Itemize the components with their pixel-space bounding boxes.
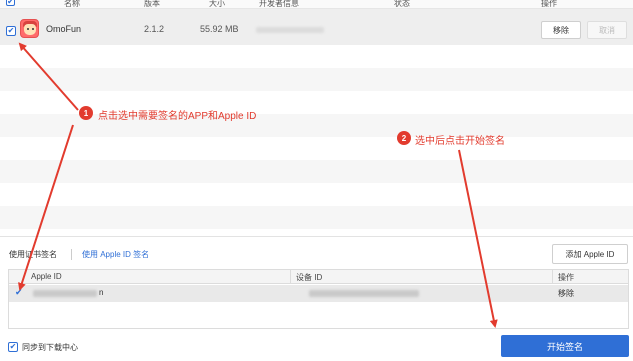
table-row [0,206,633,229]
add-apple-id-button[interactable]: 添加 Apple ID [552,244,628,264]
app-size: 55.92 MB [200,24,239,34]
col-actions: 操作 [541,0,557,8]
col-size: 大小 [209,0,225,8]
col-developer: 开发者信息 [259,0,299,8]
app-name: OmoFun [46,24,82,34]
table-row [0,114,633,137]
tab-apple-id-sign[interactable]: 使用 Apple ID 签名 [82,249,149,260]
col-name: 名称 [64,0,80,8]
column-divider [552,270,553,284]
sync-download-checkbox[interactable]: ✔ [8,342,18,352]
tab-certificate-sign[interactable]: 使用证书签名 [9,249,57,260]
remove-apple-id-button[interactable]: 移除 [558,288,574,299]
developer-info-blurred [256,27,324,33]
remove-app-button[interactable]: 移除 [541,21,581,39]
step2-annotation: 选中后点击开始签名 [415,136,505,147]
start-sign-button[interactable]: 开始签名 [501,335,629,357]
select-all-checkbox[interactable]: ✔ [6,0,15,6]
step2-badge: 2 [397,131,411,145]
col-version: 版本 [144,0,160,8]
col-device-id: 设备 ID [296,273,323,282]
col-apple-id: Apple ID [31,272,62,281]
col-status: 状态 [394,0,410,8]
app-row-checkbox[interactable]: ✔ [6,26,16,36]
apple-id-blurred [33,290,97,297]
tab-divider [71,249,72,260]
table-row [0,68,633,91]
step1-annotation: 点击选中需要签名的APP和Apple ID [98,111,257,122]
column-divider [290,270,291,284]
omofun-app-icon [20,19,39,38]
device-id-blurred [309,290,419,297]
step1-badge: 1 [79,106,93,120]
app-table-header: ✔ 名称 版本 大小 开发者信息 状态 操作 [0,0,633,9]
cancel-button[interactable]: 取消 [587,21,627,39]
apple-id-row[interactable]: ✔ n 移除 [9,285,628,302]
table-row [0,160,633,183]
apple-id-table: Apple ID 设备 ID 操作 ✔ n 移除 [8,269,629,329]
apple-id-table-header: Apple ID 设备 ID 操作 [9,270,628,284]
sync-download-label: 同步到下载中心 [22,343,78,352]
apple-id-row-checkmark[interactable]: ✔ [15,287,23,298]
col-operation: 操作 [558,273,574,282]
app-version: 2.1.2 [144,24,165,34]
apple-id-suffix: n [99,288,104,297]
